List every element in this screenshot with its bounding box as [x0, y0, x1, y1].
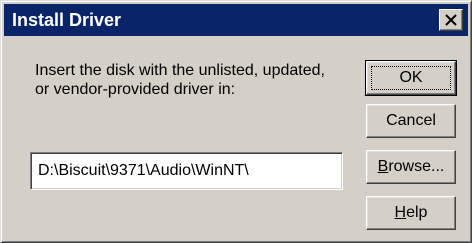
instruction-line-1: Insert the disk with the unlisted, updat…	[35, 62, 325, 79]
close-icon	[445, 14, 457, 26]
cancel-button-label: Cancel	[386, 112, 436, 129]
title-bar[interactable]: Install Driver	[4, 4, 468, 36]
cancel-button[interactable]: Cancel	[366, 104, 456, 138]
browse-button-label: Browse...	[378, 158, 445, 175]
ok-button-label: OK	[399, 69, 423, 86]
ok-button[interactable]: OK	[365, 60, 457, 96]
window-title: Install Driver	[12, 10, 122, 30]
help-label-rest: elp	[406, 204, 428, 221]
help-button-label: Help	[395, 204, 428, 221]
instruction-line-2: or vendor-provided driver in:	[35, 81, 236, 98]
browse-mnemonic: B	[377, 158, 389, 175]
close-button[interactable]	[439, 9, 463, 31]
driver-path-input[interactable]	[30, 152, 343, 190]
browse-button[interactable]: Browse...	[366, 150, 456, 184]
install-driver-dialog: Install Driver Insert the disk with the …	[0, 0, 472, 243]
browse-label-rest: rowse...	[388, 158, 445, 175]
instruction-text: Insert the disk with the unlisted, updat…	[35, 61, 365, 99]
help-mnemonic: H	[394, 204, 407, 221]
help-button[interactable]: Help	[366, 196, 456, 230]
